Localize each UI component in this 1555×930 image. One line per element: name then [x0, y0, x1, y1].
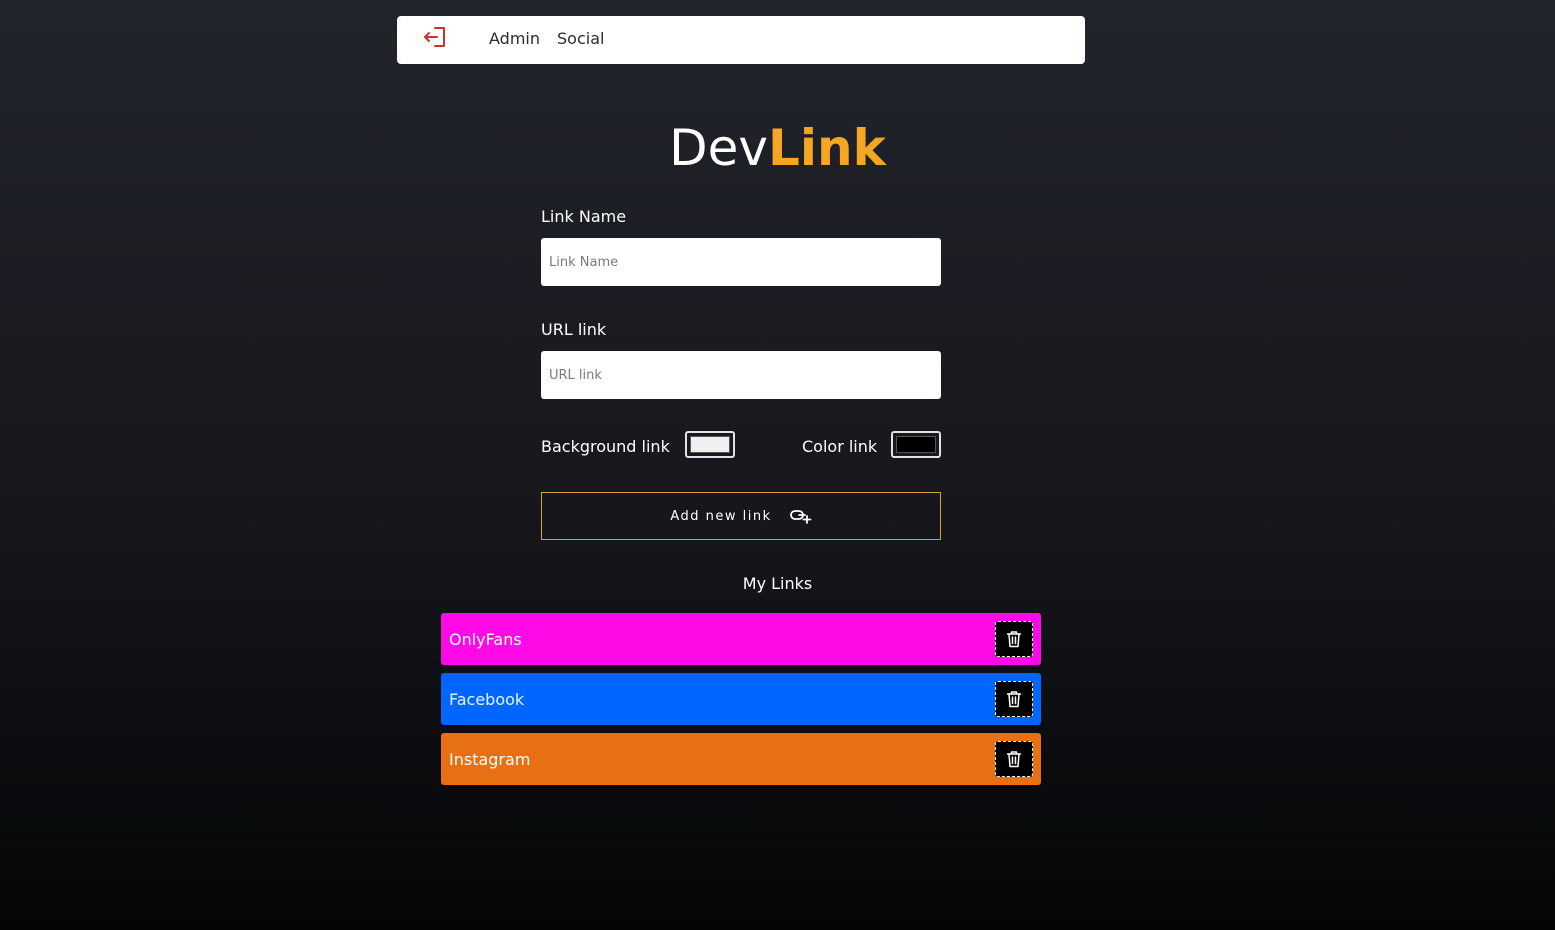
link-plus-icon	[789, 510, 812, 524]
link-item-name: Facebook	[449, 689, 525, 709]
text-color-swatch	[896, 436, 936, 453]
trash-icon	[1006, 631, 1022, 648]
my-links-title: My Links	[742, 574, 813, 593]
brand-logo-dev: Dev	[669, 119, 768, 177]
delete-link-button[interactable]	[995, 681, 1033, 717]
delete-link-button[interactable]	[995, 741, 1033, 777]
add-new-link-button[interactable]: Add new link	[541, 492, 941, 540]
link-item[interactable]: Facebook	[441, 673, 1041, 725]
background-color-swatch	[690, 436, 730, 453]
background-color-picker[interactable]	[685, 431, 735, 458]
nav-link-social[interactable]: Social	[557, 29, 604, 48]
url-link-input[interactable]	[541, 351, 941, 399]
link-name-input[interactable]	[541, 238, 941, 286]
nav-link-admin[interactable]: Admin	[489, 29, 540, 48]
brand-logo-link: Link	[768, 119, 886, 177]
link-item[interactable]: OnlyFans	[441, 613, 1041, 665]
color-link-label: Color link	[802, 437, 878, 456]
text-color-picker[interactable]	[891, 431, 941, 458]
link-item[interactable]: Instagram	[441, 733, 1041, 785]
trash-icon	[1006, 751, 1022, 768]
url-link-label: URL link	[541, 320, 607, 339]
link-name-label: Link Name	[541, 207, 627, 226]
delete-link-button[interactable]	[995, 621, 1033, 657]
trash-icon	[1006, 691, 1022, 708]
link-item-name: OnlyFans	[449, 629, 522, 649]
link-item-name: Instagram	[449, 749, 531, 769]
add-new-link-label: Add new link	[670, 508, 772, 524]
background-link-label: Background link	[541, 437, 670, 456]
logout-icon[interactable]	[422, 24, 448, 50]
brand-logo: DevLink	[0, 116, 1555, 180]
